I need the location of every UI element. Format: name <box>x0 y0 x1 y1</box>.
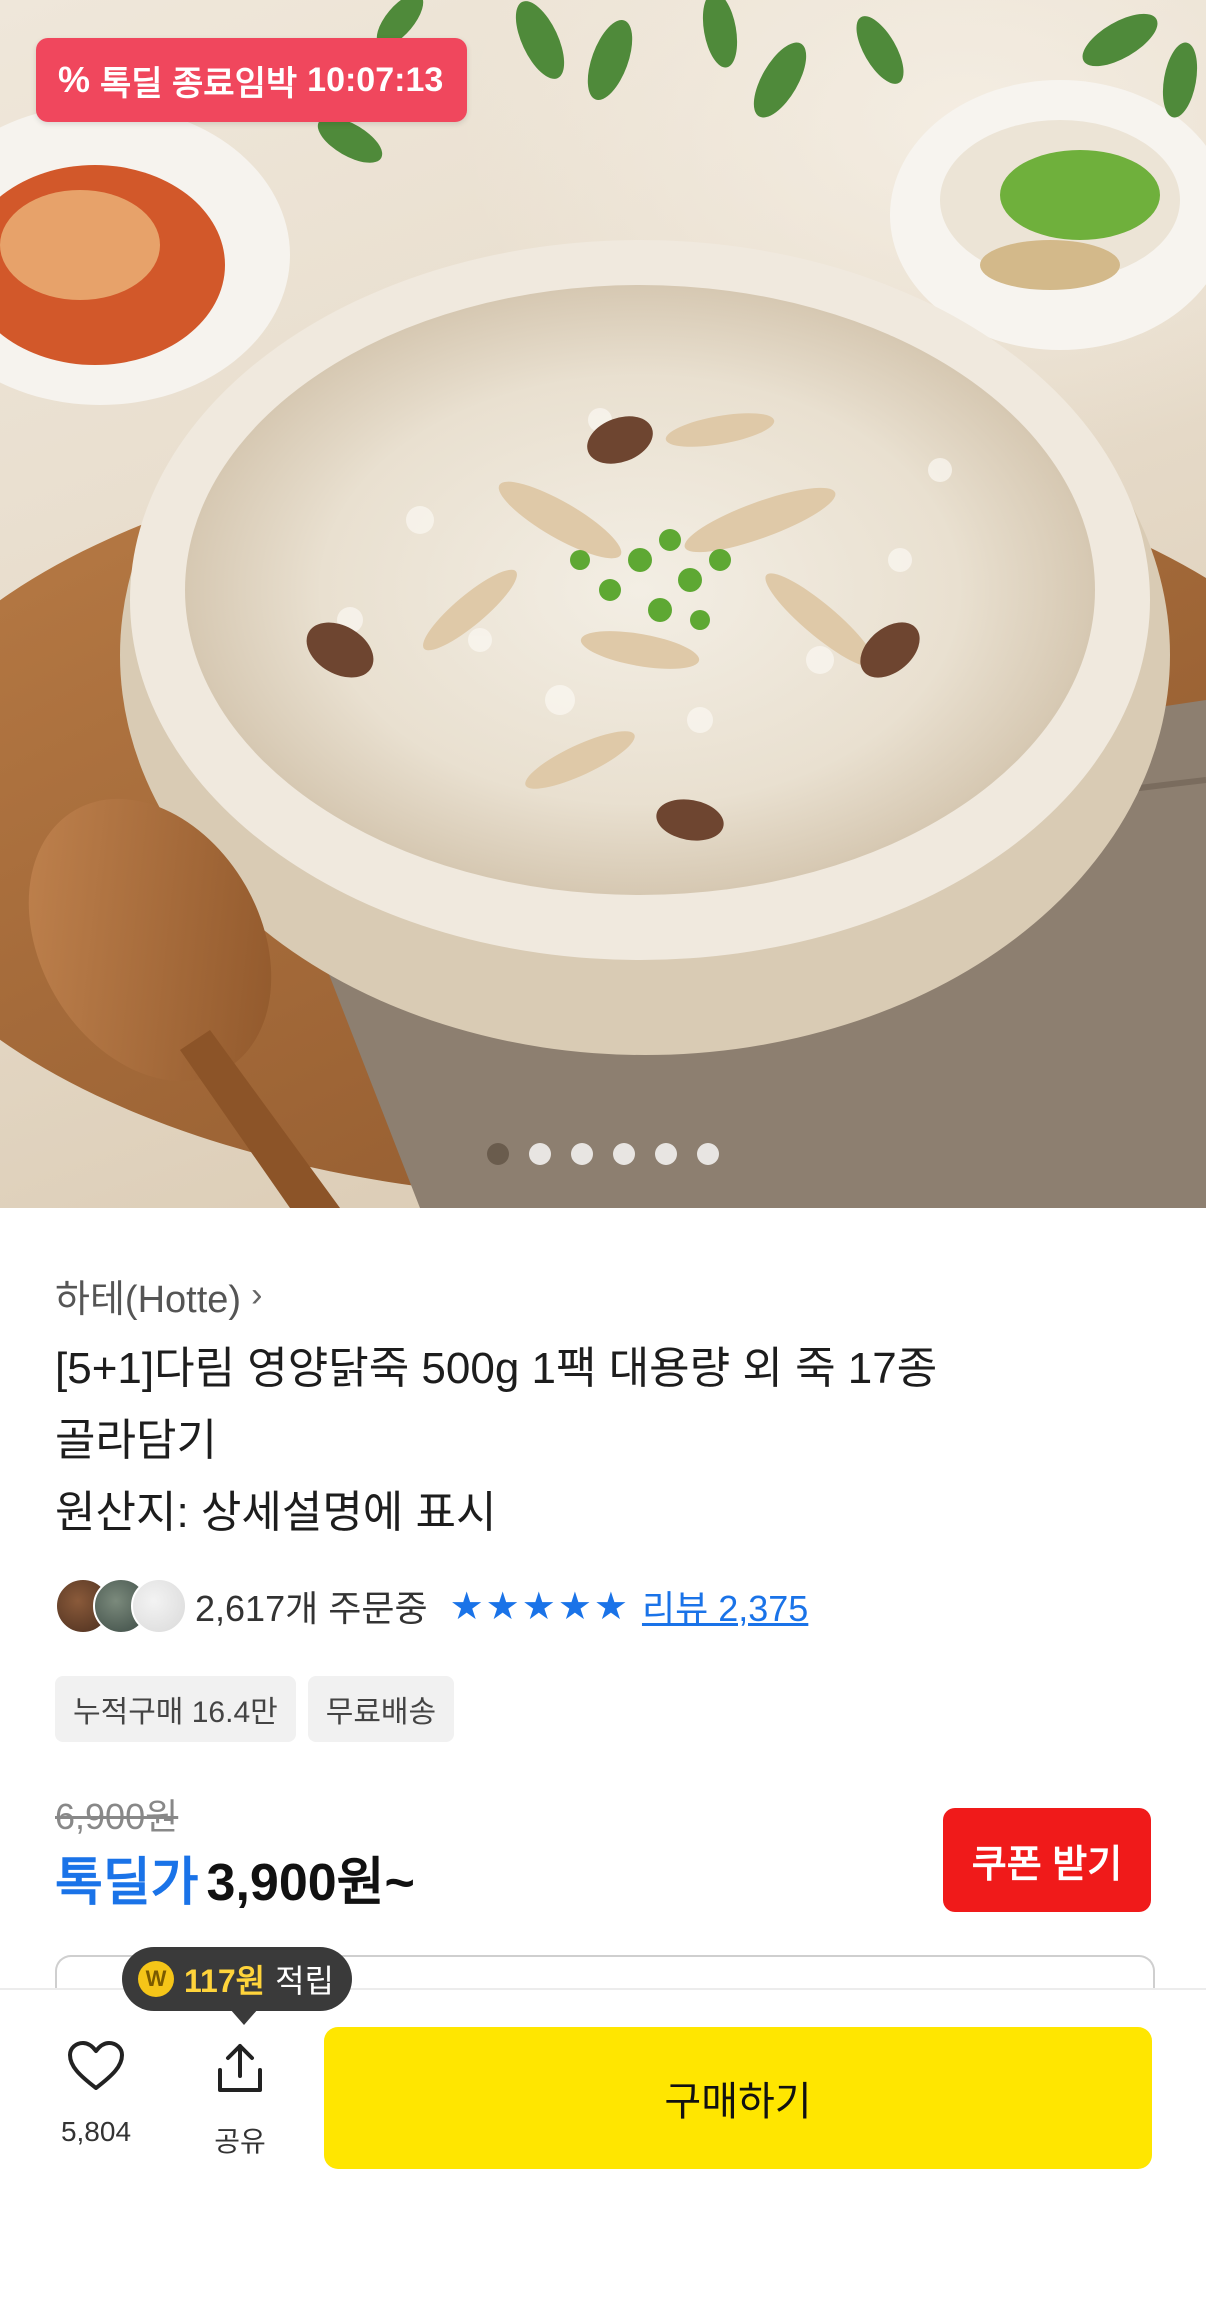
brand-name: 하테(Hotte) <box>55 1279 242 1321</box>
star-icon: ★ <box>449 1584 484 1628</box>
origin-info: 원산지: 상세설명에 표시 <box>55 1488 497 1537</box>
product-title: [5+1]다림 영양닭죽 500g 1팩 대용량 외 죽 17종 골라담기 원산… <box>55 1333 1075 1549</box>
buy-button[interactable]: 구매하기 <box>324 2027 1152 2169</box>
carousel-dot[interactable] <box>571 1143 593 1165</box>
carousel-dot[interactable] <box>487 1143 509 1165</box>
points-tooltip: W 117원 적립 <box>122 1947 352 2025</box>
star-icon: ★ <box>485 1584 520 1628</box>
chevron-right-icon: › <box>251 1276 263 1314</box>
title-line: [5+1]다림 영양닭죽 500g 1팩 대용량 외 죽 17종 <box>55 1344 938 1393</box>
get-coupon-button[interactable]: 쿠폰 받기 <box>943 1808 1151 1912</box>
product-image-carousel[interactable]: % 톡딜 종료임박 10:07:13 <box>0 0 1206 1208</box>
deal-price: 3,900원~ <box>206 1854 415 1912</box>
carousel-dot[interactable] <box>697 1143 719 1165</box>
original-price: 6,900원 <box>55 1796 179 1837</box>
order-count: 2,617개 주문중 <box>195 1588 428 1629</box>
carousel-indicator <box>0 1143 1206 1165</box>
like-count: 5,804 <box>60 2116 132 2147</box>
deal-price-row: 톡딜가 3,900원~ <box>55 1840 415 1915</box>
star-icon: ★ <box>521 1584 556 1628</box>
carousel-dot[interactable] <box>529 1143 551 1165</box>
share-button[interactable]: 공유 <box>170 2040 310 2160</box>
reviews-link[interactable]: 리뷰 2,375 <box>642 1580 808 1632</box>
star-rating: ★ ★ ★ ★ ★ <box>450 1587 628 1625</box>
brand-link[interactable]: 하테(Hotte) › <box>55 1268 262 1323</box>
buyer-avatars <box>55 1578 187 1634</box>
product-photo <box>0 0 1206 1208</box>
carousel-dot[interactable] <box>613 1143 635 1165</box>
deal-ending-badge: % 톡딜 종료임박 10:07:13 <box>36 38 468 122</box>
points-amount: 117원 <box>184 1963 266 1999</box>
share-icon <box>218 2044 262 2092</box>
like-button[interactable]: 5,804 <box>26 2040 166 2148</box>
points-label: 적립 <box>275 1963 334 1999</box>
coin-icon: W <box>138 1961 174 1997</box>
carousel-dot[interactable] <box>655 1143 677 1165</box>
avatar <box>131 1578 187 1634</box>
product-tags: 누적구매 16.4만 무료배송 <box>55 1676 455 1742</box>
tag-free-shipping: 무료배송 <box>307 1676 455 1742</box>
tag-cumulative-purchases: 누적구매 16.4만 <box>55 1676 296 1742</box>
social-proof-row: 2,617개 주문중 ★ ★ ★ ★ ★ 리뷰 2,375 <box>55 1578 808 1634</box>
deal-countdown: 10:07:13 <box>307 60 444 99</box>
star-icon: ★ <box>557 1584 592 1628</box>
deal-price-label: 톡딜가 <box>55 1854 199 1912</box>
star-icon: ★ <box>593 1584 628 1628</box>
deal-badge-text: 톡딜 종료임박 <box>100 64 298 103</box>
heart-icon <box>68 2041 124 2090</box>
title-line: 골라담기 <box>55 1416 217 1465</box>
share-label: 공유 <box>214 2126 266 2157</box>
percent-icon: % <box>58 59 91 100</box>
